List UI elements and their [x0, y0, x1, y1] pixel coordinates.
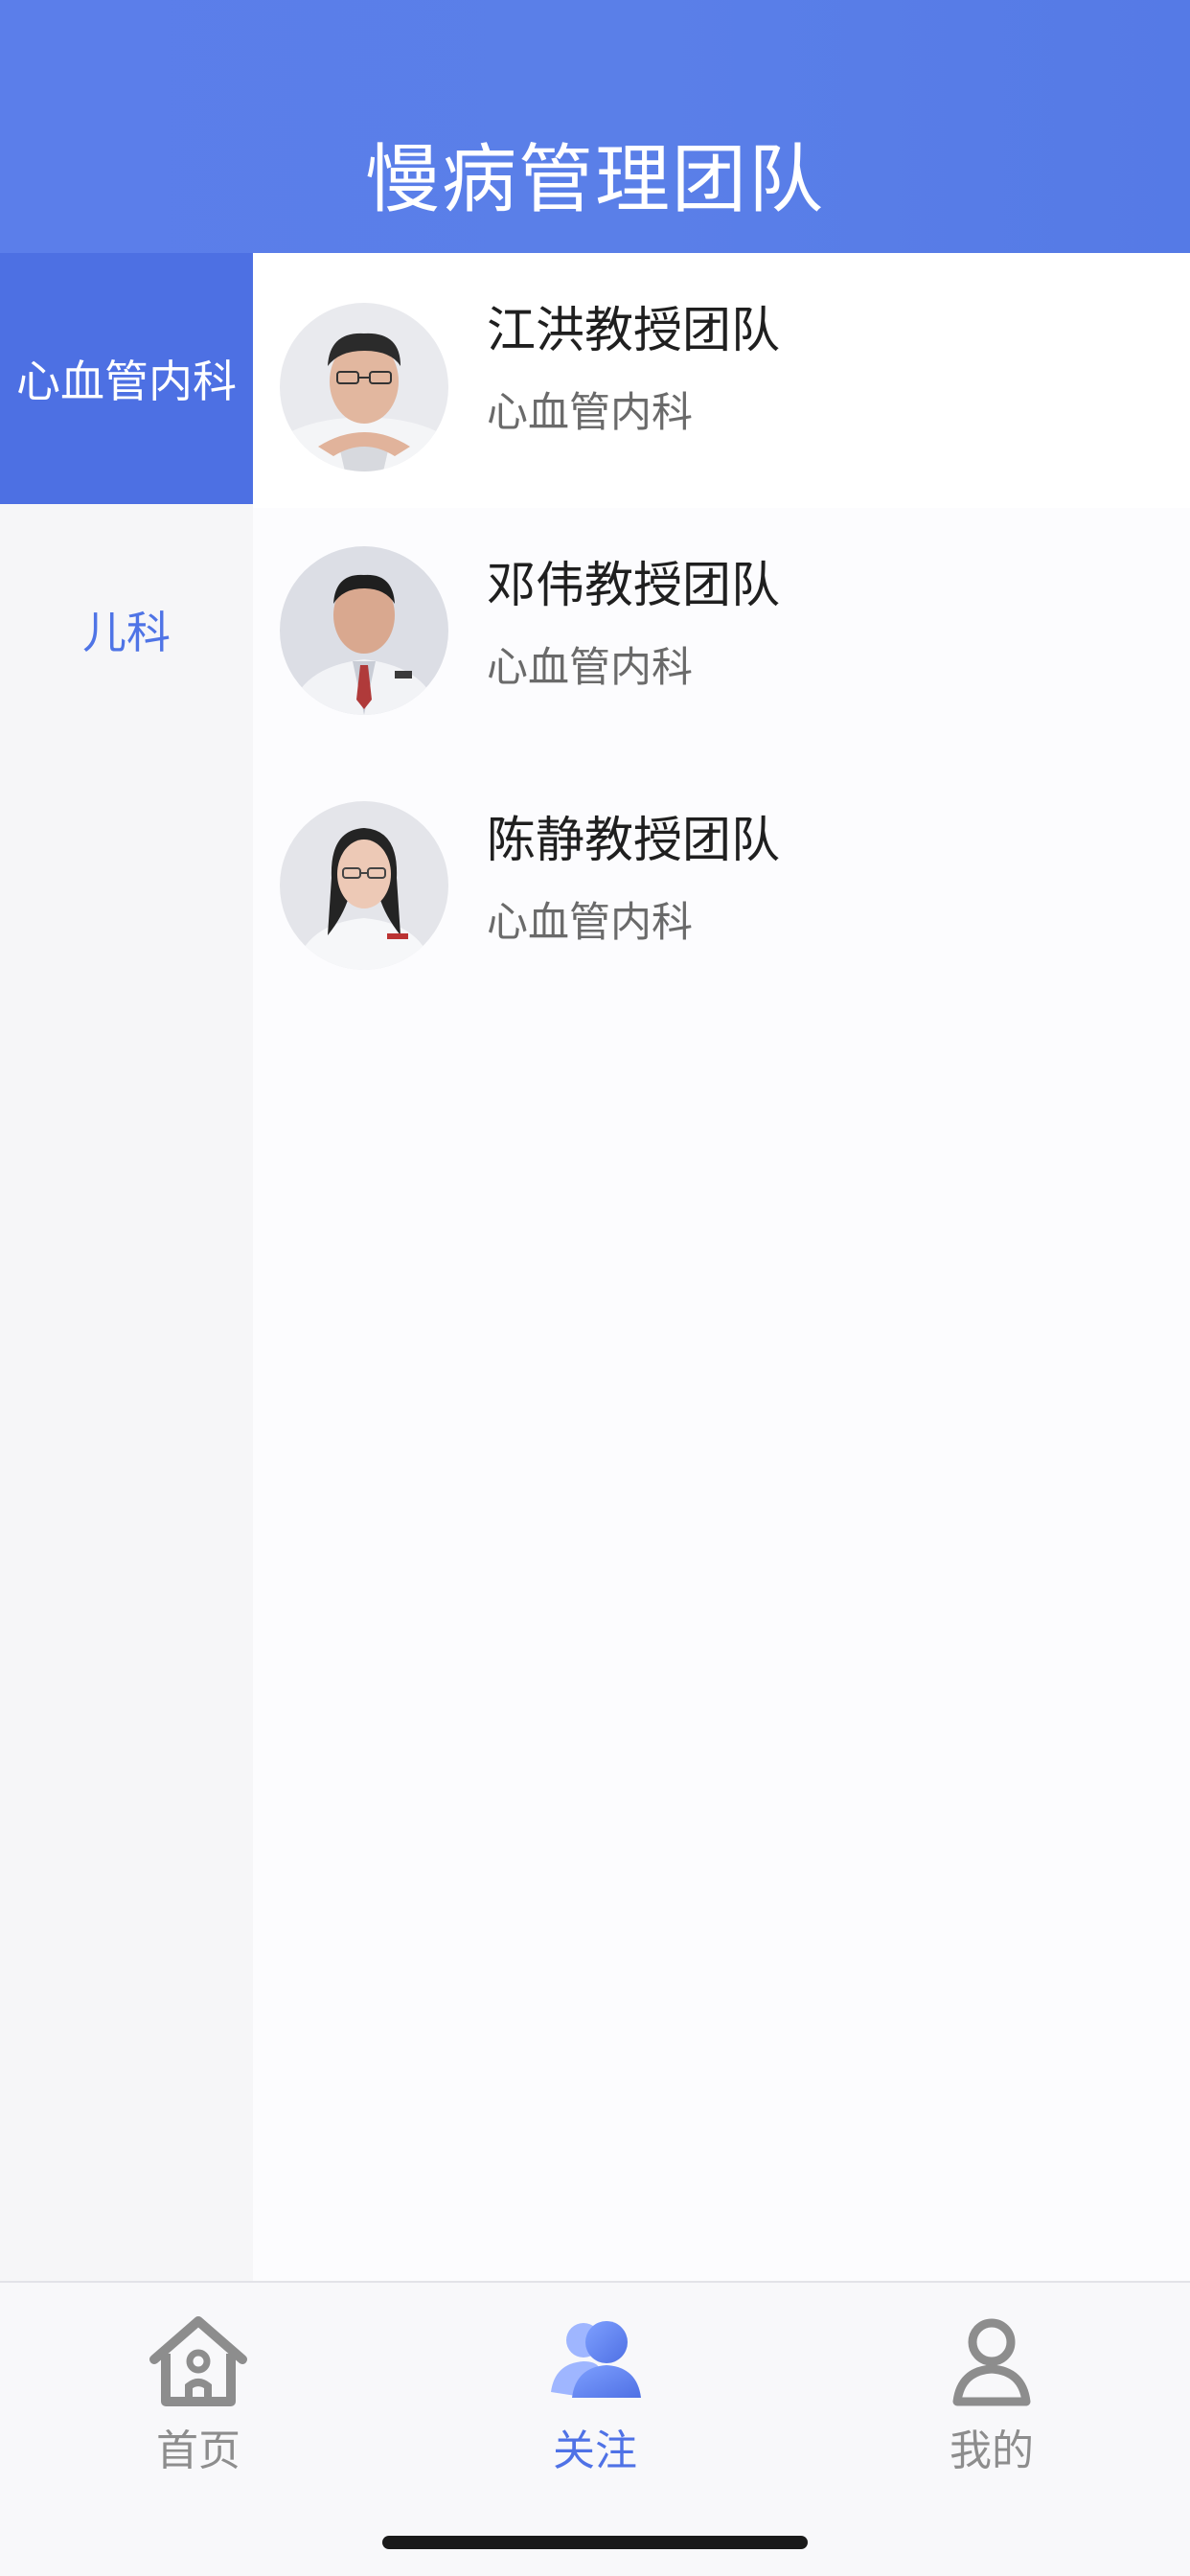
team-department: 心血管内科 — [487, 899, 693, 947]
sidebar-item-pediatrics[interactable]: 儿科 — [0, 504, 253, 755]
app-screen: 慢病管理团队 心血管内科 儿科 江洪教授团队 心血管内科 邓伟教授团队 心血管内… — [0, 0, 1190, 2576]
tab-mine[interactable]: 我的 — [793, 2283, 1190, 2513]
sidebar-item-label: 心血管内科 — [16, 356, 237, 407]
person-icon — [934, 2304, 1049, 2419]
team-card[interactable]: 江洪教授团队 心血管内科 — [253, 253, 1190, 508]
team-department: 心血管内科 — [487, 644, 693, 692]
doctor-avatar — [280, 801, 448, 970]
tab-follow[interactable]: 关注 — [397, 2283, 793, 2513]
department-sidebar: 心血管内科 儿科 — [0, 253, 253, 2281]
sidebar-item-cardiology[interactable]: 心血管内科 — [0, 253, 253, 504]
tab-label: 我的 — [950, 2426, 1034, 2475]
team-name: 邓伟教授团队 — [487, 558, 781, 614]
team-card[interactable]: 邓伟教授团队 心血管内科 — [253, 508, 1190, 763]
doctor-avatar — [280, 546, 448, 715]
header-bar: 慢病管理团队 — [0, 0, 1190, 253]
home-indicator — [382, 2536, 808, 2549]
team-list: 江洪教授团队 心血管内科 邓伟教授团队 心血管内科 陈静教授团队 心血管内科 — [253, 253, 1190, 2281]
tab-home[interactable]: 首页 — [0, 2283, 397, 2513]
team-name: 陈静教授团队 — [487, 813, 781, 869]
page-title: 慢病管理团队 — [364, 137, 825, 223]
team-card[interactable]: 陈静教授团队 心血管内科 — [253, 763, 1190, 1018]
team-name: 江洪教授团队 — [487, 303, 781, 359]
sidebar-item-label: 儿科 — [82, 607, 171, 658]
bottom-tab-bar: 首页 关注 我的 — [0, 2281, 1190, 2576]
team-department: 心血管内科 — [487, 389, 693, 437]
doctor-avatar — [280, 303, 448, 472]
home-icon — [141, 2304, 256, 2419]
tab-label: 首页 — [156, 2426, 240, 2475]
follow-people-icon — [538, 2304, 652, 2419]
tab-label: 关注 — [553, 2426, 637, 2475]
